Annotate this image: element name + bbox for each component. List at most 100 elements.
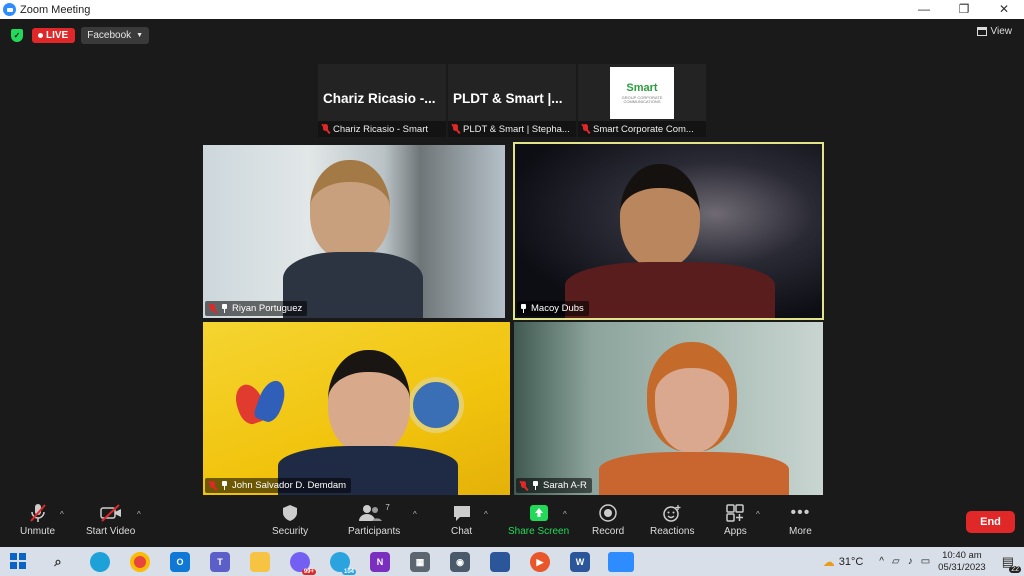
apps-label: Apps bbox=[724, 526, 747, 537]
share-screen-icon bbox=[529, 503, 549, 523]
edge-browser-icon[interactable] bbox=[90, 552, 110, 572]
window-titlebar: Zoom Meeting — ❐ ✕ bbox=[0, 0, 1024, 19]
share-screen-label: Share Screen bbox=[508, 526, 570, 537]
zoom-taskbar-icon[interactable] bbox=[608, 552, 634, 572]
close-window-button[interactable]: ✕ bbox=[984, 0, 1024, 19]
outlook-icon[interactable]: O bbox=[170, 552, 190, 572]
video-tile-sarah[interactable]: Sarah A-R bbox=[514, 322, 823, 495]
strip-caption: PLDT & Smart | Stepha... bbox=[448, 121, 576, 137]
audio-options-caret-icon[interactable]: ^ bbox=[60, 510, 64, 519]
pin-icon bbox=[221, 481, 228, 490]
shield-icon bbox=[282, 503, 298, 523]
smart-logo-subtitle: GROUP CORPORATE COMMUNICATIONS bbox=[621, 94, 663, 104]
live-badge[interactable]: LIVE bbox=[32, 27, 76, 43]
clock-time: 10:40 am bbox=[942, 549, 982, 561]
security-button[interactable]: Security bbox=[272, 503, 308, 537]
stream-target-dropdown[interactable]: Facebook ▼ bbox=[81, 26, 150, 44]
meeting-topbar: ✓ LIVE Facebook ▼ bbox=[0, 25, 150, 45]
name-caption: John Salvador D. Demdam bbox=[205, 478, 352, 493]
chat-options-caret-icon[interactable]: ^ bbox=[484, 510, 488, 519]
participant-name: John Salvador D. Demdam bbox=[232, 480, 347, 491]
window-controls: — ❐ ✕ bbox=[904, 0, 1024, 19]
notification-count: 22 bbox=[1009, 565, 1021, 573]
more-label: More bbox=[789, 526, 812, 537]
strip-tile-chariz[interactable]: Chariz Ricasio -... Chariz Ricasio - Sma… bbox=[318, 64, 446, 137]
reactions-button[interactable]: Reactions bbox=[650, 503, 694, 537]
muted-mic-icon bbox=[321, 124, 330, 134]
temperature-label[interactable]: 31°C bbox=[839, 556, 864, 568]
weather-icon[interactable]: ☁ bbox=[823, 555, 835, 569]
participants-count: 7 bbox=[385, 503, 390, 512]
share-screen-button[interactable]: Share Screen bbox=[508, 503, 569, 537]
network-icon[interactable]: ▱ bbox=[892, 556, 900, 567]
share-options-caret-icon[interactable]: ^ bbox=[563, 510, 567, 519]
live-label: LIVE bbox=[46, 29, 69, 41]
smart-logo: Smart GROUP CORPORATE COMMUNICATIONS bbox=[610, 67, 674, 119]
strip-caption-text: PLDT & Smart | Stepha... bbox=[463, 123, 570, 135]
restore-button[interactable]: ❐ bbox=[944, 0, 984, 19]
unmute-button[interactable]: Unmute bbox=[20, 503, 55, 537]
strip-caption-text: Smart Corporate Com... bbox=[593, 123, 694, 135]
strip-caption-text: Chariz Ricasio - Smart bbox=[333, 123, 429, 135]
strip-caption: Smart Corporate Com... bbox=[578, 121, 706, 137]
view-button[interactable]: View bbox=[976, 26, 1013, 37]
participant-name: Macoy Dubs bbox=[531, 303, 584, 314]
strip-tile-pldt[interactable]: PLDT & Smart |... PLDT & Smart | Stepha.… bbox=[448, 64, 576, 137]
viber-icon[interactable]: 99+ bbox=[290, 552, 316, 575]
chat-button[interactable]: Chat bbox=[451, 503, 472, 537]
onenote-icon[interactable]: N bbox=[370, 552, 390, 572]
video-tile-john[interactable]: John Salvador D. Demdam bbox=[203, 322, 510, 495]
system-tray: ☁ 31°C ^ ▱ ♪ ▭ 10:40 am 05/31/2023 ▤ 22 bbox=[823, 547, 1024, 576]
muted-mic-icon bbox=[451, 124, 460, 134]
caret-down-icon: ▼ bbox=[136, 31, 144, 39]
video-options-caret-icon[interactable]: ^ bbox=[137, 510, 141, 519]
participant-name: Riyan Portuguez bbox=[232, 303, 303, 314]
strip-name: PLDT & Smart |... bbox=[453, 91, 563, 106]
encryption-shield-icon[interactable]: ✓ bbox=[11, 28, 23, 42]
volume-icon[interactable]: ♪ bbox=[908, 556, 913, 567]
video-tile-riyan[interactable]: Riyan Portuguez bbox=[203, 145, 505, 318]
tray-overflow-icon[interactable]: ^ bbox=[879, 556, 884, 567]
reactions-icon bbox=[662, 503, 682, 523]
reactions-label: Reactions bbox=[650, 526, 695, 537]
end-meeting-button[interactable]: End bbox=[966, 511, 1015, 533]
battery-icon[interactable]: ▭ bbox=[921, 556, 930, 567]
muted-mic-icon bbox=[519, 480, 528, 491]
view-label: View bbox=[990, 26, 1013, 37]
view-grid-icon bbox=[976, 27, 987, 36]
start-video-button[interactable]: Start Video bbox=[86, 503, 135, 537]
video-tile-macoy[interactable]: Macoy Dubs bbox=[513, 142, 824, 320]
media-player-icon[interactable]: ▶ bbox=[530, 552, 550, 572]
calculator-icon[interactable]: ▦ bbox=[410, 552, 430, 572]
participants-button[interactable]: 7 Participants bbox=[348, 503, 400, 537]
camera-icon[interactable]: ◉ bbox=[450, 552, 470, 572]
participant-video bbox=[565, 164, 785, 318]
participant-name: Sarah A-R bbox=[543, 480, 587, 491]
windows-start-icon[interactable] bbox=[10, 553, 26, 569]
apps-options-caret-icon[interactable]: ^ bbox=[756, 510, 760, 519]
minimize-button[interactable]: — bbox=[904, 0, 944, 19]
muted-mic-icon bbox=[581, 124, 590, 134]
clock-date: 05/31/2023 bbox=[938, 561, 986, 573]
smart-logo-wordmark: Smart bbox=[626, 81, 658, 94]
strip-name: Chariz Ricasio -... bbox=[323, 91, 436, 106]
teams-icon[interactable]: T bbox=[210, 552, 230, 572]
record-button[interactable]: Record bbox=[592, 503, 624, 537]
snip-tool-icon[interactable] bbox=[490, 552, 510, 572]
participants-options-caret-icon[interactable]: ^ bbox=[413, 510, 417, 519]
chrome-browser-icon[interactable] bbox=[130, 552, 150, 572]
telegram-icon[interactable]: 104 bbox=[330, 552, 356, 575]
muted-mic-icon bbox=[208, 303, 217, 314]
clock[interactable]: 10:40 am 05/31/2023 bbox=[938, 550, 986, 574]
name-caption: Riyan Portuguez bbox=[205, 301, 308, 316]
search-icon[interactable]: ⌕ bbox=[48, 552, 68, 572]
apps-button[interactable]: Apps bbox=[724, 503, 747, 537]
strip-tile-smart[interactable]: Smart GROUP CORPORATE COMMUNICATIONS Sma… bbox=[578, 64, 706, 137]
file-explorer-icon[interactable] bbox=[250, 552, 270, 572]
window-title: Zoom Meeting bbox=[20, 3, 91, 16]
more-button[interactable]: ••• More bbox=[789, 503, 812, 537]
word-icon[interactable]: W bbox=[570, 552, 590, 572]
chat-icon bbox=[452, 503, 472, 523]
notifications-icon[interactable]: ▤ 22 bbox=[1002, 554, 1021, 573]
meeting-area: ✓ LIVE Facebook ▼ View Chariz Ricasio -.… bbox=[0, 19, 1024, 497]
